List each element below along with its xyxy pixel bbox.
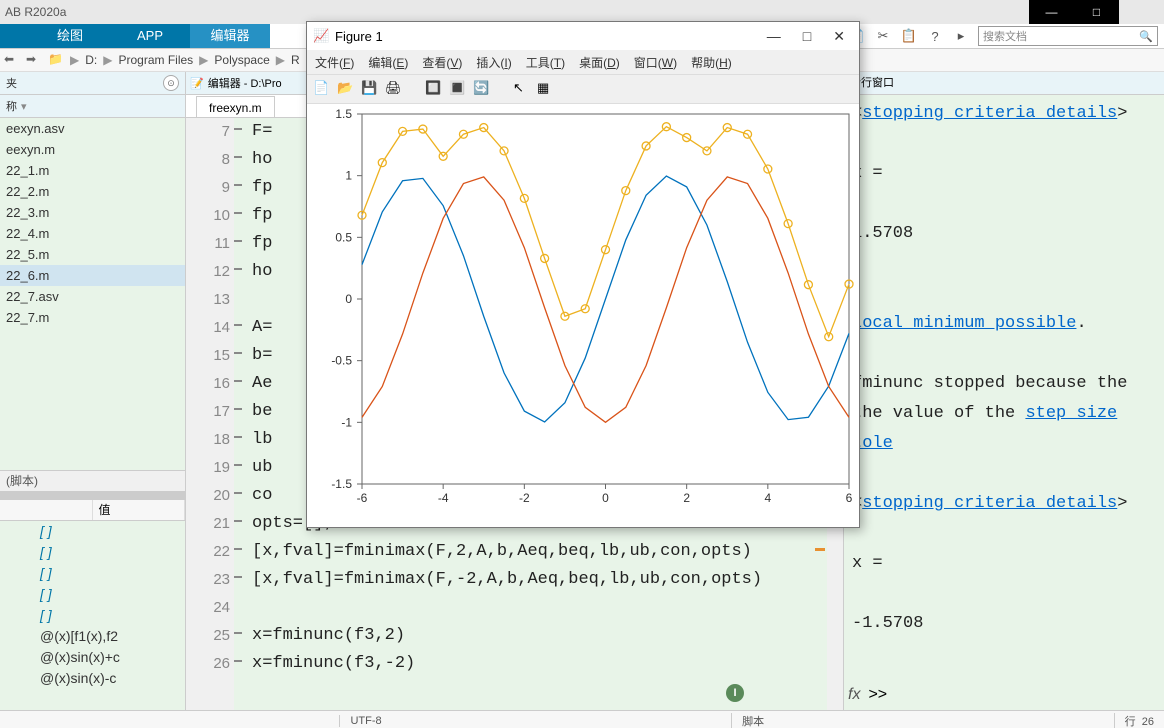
drive[interactable]: D:	[85, 53, 97, 67]
file-item[interactable]: 22_7.m	[0, 307, 185, 328]
figure-menu-item[interactable]: 桌面(D)	[579, 54, 620, 71]
path-3[interactable]: R	[291, 53, 300, 67]
svg-text:0: 0	[602, 491, 609, 505]
link-stopping-criteria-1[interactable]: stopping criteria details	[862, 104, 1117, 123]
svg-text:-2: -2	[519, 491, 530, 505]
figure-axes[interactable]: -6 -4 -2 0 2 4 6 -1.5 -1 -0.5 0 0.5 1 1.5	[307, 104, 859, 527]
editor-tab-current[interactable]: freexyn.m	[196, 96, 275, 117]
new-fig-icon[interactable]: 📄	[313, 80, 331, 98]
value-col: 值	[93, 500, 186, 520]
svg-text:-6: -6	[357, 491, 368, 505]
figure-title: Figure 1	[335, 29, 383, 44]
search-placeholder: 搜索文档	[983, 28, 1027, 44]
svg-text:1.5: 1.5	[335, 107, 352, 121]
open-icon[interactable]: 📂	[337, 80, 355, 98]
file-item[interactable]: 22_7.asv	[0, 286, 185, 307]
run-icon[interactable]: ▸	[952, 27, 970, 45]
file-item[interactable]: 22_1.m	[0, 160, 185, 181]
file-list[interactable]: eexyn.asveexyn.m22_1.m22_2.m22_3.m22_4.m…	[0, 118, 185, 470]
path-2[interactable]: Polyspace	[214, 53, 269, 67]
command-output[interactable]: <stopping criteria details> x = 1.5708 L…	[844, 95, 1164, 680]
figure-menubar[interactable]: 文件(F) 编辑(E) 查看(V) 插入(I) 工具(T) 桌面(D) 窗口(W) 帮助(H)	[307, 50, 859, 75]
figure-menu-item[interactable]: 窗口(W)	[634, 54, 677, 71]
help-icon[interactable]: ?	[926, 27, 944, 45]
fx-icon[interactable]: fx	[848, 686, 860, 704]
status-bar: UTF-8 脚本 行 26	[0, 710, 1164, 728]
file-item[interactable]: eexyn.m	[0, 139, 185, 160]
tab-app[interactable]: APP	[110, 24, 190, 48]
figure-titlebar[interactable]: 📈 Figure 1 — □ ✕	[307, 22, 859, 50]
name-column-header: 称▾	[0, 95, 185, 118]
cursor-indicator: I	[726, 684, 744, 702]
fig-close-button[interactable]: ✕	[833, 28, 845, 45]
file-item[interactable]: 22_2.m	[0, 181, 185, 202]
fwd-icon[interactable]: ➡	[26, 52, 42, 68]
command-prompt[interactable]: fx >>	[844, 680, 1164, 710]
command-window-header: 令行窗口	[844, 72, 1164, 95]
svg-text:-1: -1	[341, 415, 352, 429]
command-window: 令行窗口 <stopping criteria details> x = 1.5…	[844, 72, 1164, 710]
search-icon[interactable]: 🔍	[1139, 30, 1153, 43]
workspace-body[interactable]: [ ][ ][ ][ ][ ]@(x)[f1(x),f2@(x)sin(x)+c…	[0, 521, 185, 710]
datatip-icon[interactable]: ▦	[537, 80, 555, 98]
workspace-panel: 值 [ ][ ][ ][ ][ ]@(x)[f1(x),f2@(x)sin(x)…	[0, 500, 185, 710]
status-encoding: UTF-8	[339, 715, 391, 727]
details-label: (脚本)	[0, 470, 185, 492]
fig-minimize-button[interactable]: —	[767, 28, 781, 45]
figure-menu-item[interactable]: 查看(V)	[422, 54, 462, 71]
pan-icon[interactable]: 🔳	[449, 80, 467, 98]
file-item[interactable]: eexyn.asv	[0, 118, 185, 139]
fig-maximize-button[interactable]: □	[803, 28, 811, 45]
tab-editor[interactable]: 编辑器	[190, 24, 270, 48]
file-item[interactable]: 22_3.m	[0, 202, 185, 223]
svg-text:0.5: 0.5	[335, 230, 352, 244]
figure-icon: 📈	[313, 28, 329, 44]
tab-home-hidden[interactable]	[0, 24, 30, 48]
file-item[interactable]: 22_5.m	[0, 244, 185, 265]
link-stopping-criteria-2[interactable]: stopping criteria details	[862, 494, 1117, 513]
svg-text:6: 6	[846, 491, 853, 505]
app-title: AB R2020a	[5, 5, 66, 19]
save-icon[interactable]: 💾	[361, 80, 379, 98]
editor-doc-icon: 📝	[190, 77, 204, 90]
cut-icon[interactable]: ✂	[874, 27, 892, 45]
copy-icon[interactable]: 📋	[900, 27, 918, 45]
zoom-icon[interactable]: 🔲	[425, 80, 443, 98]
left-pane: 夹 ⊙ 称▾ eexyn.asveexyn.m22_1.m22_2.m22_3.…	[0, 72, 186, 710]
file-item[interactable]: 22_6.m	[0, 265, 185, 286]
svg-text:1: 1	[345, 169, 352, 183]
print-icon[interactable]: 🖨	[385, 80, 403, 98]
path-1[interactable]: Program Files	[118, 53, 193, 67]
current-folder-header: 夹 ⊙	[0, 72, 185, 95]
tab-plot[interactable]: 绘图	[30, 24, 110, 48]
pointer-icon[interactable]: ↖	[513, 80, 531, 98]
figure-window[interactable]: 📈 Figure 1 — □ ✕ 文件(F) 编辑(E) 查看(V) 插入(I) 工具(…	[306, 21, 860, 528]
figure-menu-item[interactable]: 文件(F)	[315, 54, 354, 71]
svg-text:-1.5: -1.5	[331, 477, 352, 491]
close-button[interactable]	[1119, 0, 1164, 24]
file-item[interactable]: 22_4.m	[0, 223, 185, 244]
minimize-button[interactable]: —	[1029, 0, 1074, 24]
back-icon[interactable]: ⬅	[4, 52, 20, 68]
figure-toolbar[interactable]: 📄 📂 💾 🖨 🔲 🔳 🔄 ↖ ▦	[307, 75, 859, 104]
rotate-icon[interactable]: 🔄	[473, 80, 491, 98]
link-local-minimum[interactable]: Local minimum possible	[852, 314, 1076, 333]
figure-menu-item[interactable]: 编辑(E)	[368, 54, 408, 71]
svg-text:2: 2	[683, 491, 690, 505]
search-input[interactable]: 搜索文档 🔍	[978, 26, 1158, 46]
figure-menu-item[interactable]: 工具(T)	[526, 54, 565, 71]
svg-text:-0.5: -0.5	[331, 354, 352, 368]
svg-text:-4: -4	[438, 491, 449, 505]
folder-icon[interactable]: 📁	[48, 52, 64, 68]
svg-text:0: 0	[345, 292, 352, 306]
editor-title: 编辑器 - D:\Pro	[208, 75, 282, 91]
window-controls: — □	[1029, 0, 1164, 24]
figure-menu-item[interactable]: 帮助(H)	[691, 54, 732, 71]
status-script: 脚本	[731, 713, 774, 728]
figure-menu-item[interactable]: 插入(I)	[476, 54, 511, 71]
maximize-button[interactable]: □	[1074, 0, 1119, 24]
svg-text:4: 4	[764, 491, 771, 505]
panel-collapse-icon[interactable]: ⊙	[163, 75, 179, 91]
